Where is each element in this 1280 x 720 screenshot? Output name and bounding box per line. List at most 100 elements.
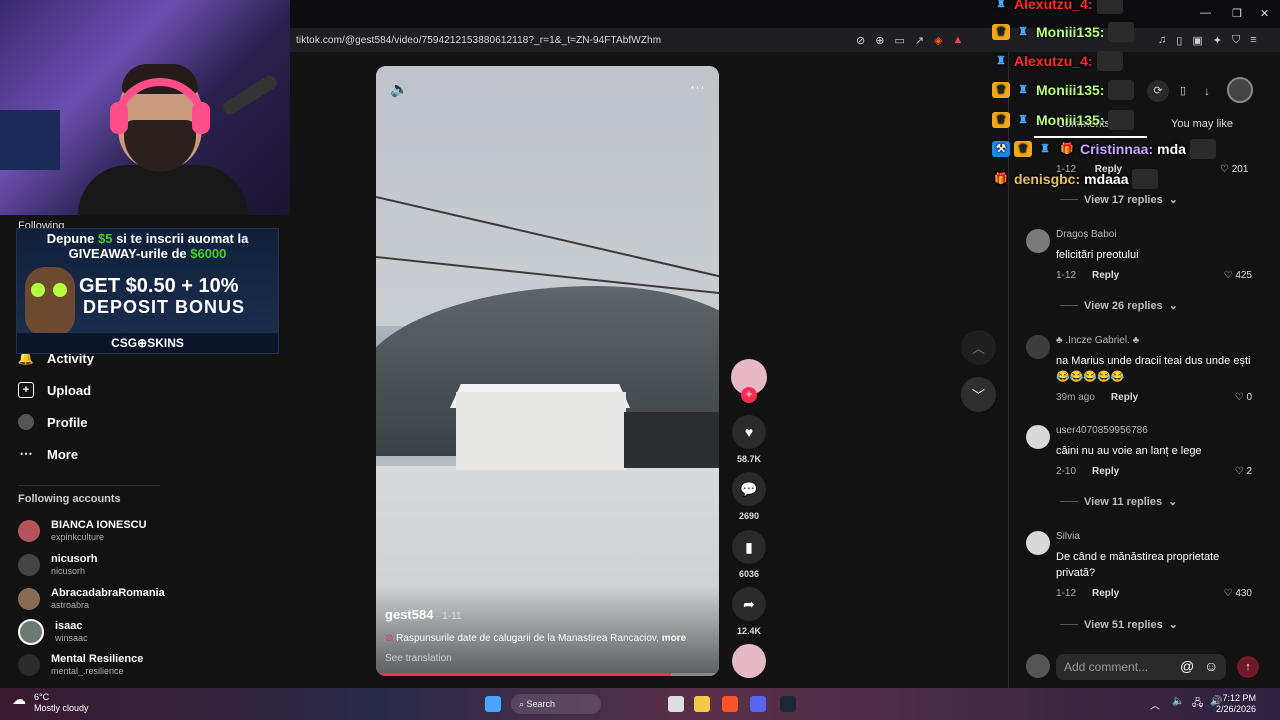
- user-avatar[interactable]: [1227, 77, 1253, 103]
- comment-username[interactable]: ♣ .Incze Gabriel. ♣: [1056, 335, 1139, 346]
- comment-username[interactable]: Dragoș Baboi: [1056, 229, 1117, 240]
- cast-icon[interactable]: ▭: [894, 34, 904, 47]
- like-button[interactable]: ♥ 58.7K: [731, 415, 767, 464]
- discord-icon[interactable]: [750, 696, 766, 712]
- view-replies-button[interactable]: View 17 replies ⌄: [1060, 193, 1178, 207]
- creator-avatar[interactable]: +: [731, 359, 767, 403]
- send-arrow-icon[interactable]: ↑: [1237, 656, 1259, 678]
- history-icon[interactable]: ⟳: [1147, 80, 1169, 102]
- follow-plus-icon[interactable]: +: [741, 387, 757, 403]
- save-button[interactable]: ▮ 6036: [731, 530, 767, 579]
- file-explorer-icon[interactable]: [694, 696, 710, 712]
- close-icon[interactable]: ✕: [1260, 7, 1269, 20]
- sound-disc[interactable]: [731, 644, 767, 678]
- reply-button[interactable]: Reply: [1092, 270, 1119, 281]
- moderator-hammer-icon: ⚒: [992, 141, 1010, 157]
- video-player[interactable]: 🔊 ⋯ gest584 · 1-11 ⊘ Raspunsurile date d…: [376, 66, 719, 676]
- brave-rewards-icon[interactable]: ▲: [953, 34, 964, 46]
- nav-upload[interactable]: + Upload: [18, 382, 91, 398]
- avatar[interactable]: [1026, 335, 1050, 359]
- phone-icon[interactable]: ▯: [1172, 80, 1194, 102]
- avatar: [18, 654, 40, 676]
- options-dots-icon[interactable]: ⋯: [690, 78, 705, 96]
- comment-username[interactable]: user4070859956786: [1056, 425, 1148, 436]
- like-count[interactable]: ♡ 201: [1220, 164, 1248, 175]
- mention-icon[interactable]: @: [1180, 658, 1194, 674]
- prev-video-chevron-up-icon[interactable]: ︿: [961, 330, 996, 365]
- volume-icon[interactable]: 🔈: [1172, 696, 1184, 707]
- minimize-icon[interactable]: —: [1200, 7, 1211, 19]
- task-view-icon[interactable]: [668, 696, 684, 712]
- sidebar-icon[interactable]: ▯: [1176, 34, 1182, 47]
- chat-emote-icon: [1189, 139, 1216, 159]
- network-icon[interactable]: 🖧: [1192, 696, 1203, 713]
- leo-ai-icon[interactable]: ✦: [1213, 34, 1222, 47]
- vpn-shield-icon[interactable]: ⛉: [1232, 34, 1240, 47]
- volume-icon[interactable]: 🔊: [390, 80, 409, 98]
- add-comment-input[interactable]: Add comment...: [1056, 654, 1226, 680]
- account-item[interactable]: AbracadabraRomania astroabra: [18, 587, 165, 611]
- like-button[interactable]: ♡ 2: [1235, 466, 1252, 477]
- zoom-icon[interactable]: ⊕: [875, 34, 884, 47]
- clock[interactable]: 7:12 PM 2/26/2026: [1216, 693, 1256, 715]
- nav-profile[interactable]: Profile: [18, 414, 87, 430]
- account-handle: mental_.resilience: [51, 666, 124, 676]
- profile-avatar-icon: [18, 414, 34, 430]
- like-count: 58.7K: [736, 454, 762, 464]
- nav-more[interactable]: ⋯ More: [18, 446, 79, 462]
- more-dots-icon: ⋯: [19, 446, 33, 461]
- view-replies-button[interactable]: View 11 replies ⌄: [1060, 495, 1177, 509]
- reply-button[interactable]: Reply: [1092, 466, 1119, 477]
- account-item[interactable]: Mental Resilience mental_.resilience: [18, 653, 143, 677]
- brave-browser-icon[interactable]: [722, 696, 738, 712]
- share-arrow-icon: ➦: [732, 587, 766, 621]
- more-link[interactable]: more: [662, 633, 686, 644]
- account-item[interactable]: nicusorh nicusorh: [18, 553, 97, 577]
- weather-widget[interactable]: ☁ 6°C Mostly cloudy: [12, 692, 89, 714]
- video-progress-bar[interactable]: [376, 673, 719, 676]
- start-windows-icon[interactable]: [485, 696, 501, 712]
- view-replies-button[interactable]: View 26 replies ⌄: [1060, 299, 1178, 313]
- avatar[interactable]: [1026, 425, 1050, 449]
- like-button[interactable]: ♡ 0: [1235, 392, 1252, 403]
- no-tracking-icon[interactable]: ⊘: [856, 34, 865, 47]
- music-disc-icon: [732, 644, 766, 678]
- reply-button[interactable]: Reply: [1111, 392, 1138, 403]
- nav-label: Profile: [47, 414, 88, 430]
- my-avatar: [1026, 654, 1050, 678]
- view-replies-button[interactable]: View 51 replies ⌄: [1060, 618, 1178, 632]
- taskbar-search[interactable]: ⌕ Search: [511, 694, 601, 714]
- like-button[interactable]: ♡ 430: [1224, 588, 1252, 599]
- menu-icon[interactable]: ≡: [1250, 34, 1256, 46]
- see-translation-link[interactable]: See translation: [385, 653, 452, 664]
- tray-chevron-up-icon[interactable]: ︿: [1150, 697, 1160, 712]
- brave-shield-icon[interactable]: ◈: [934, 34, 942, 47]
- ad-subheadline: DEPOSIT BONUS: [83, 297, 246, 317]
- chat-emote-icon: [1132, 169, 1159, 189]
- music-icon[interactable]: ♫: [1158, 34, 1166, 46]
- comment-button[interactable]: 💬 2690: [731, 472, 767, 521]
- maximize-icon[interactable]: ❐: [1232, 7, 1242, 20]
- comment-item: ♣ .Incze Gabriel. ♣ na Marius unde draci…: [1026, 335, 1266, 405]
- steam-icon[interactable]: [780, 696, 796, 712]
- wallet-icon[interactable]: ▣: [1192, 34, 1202, 47]
- share-button[interactable]: ➦ 12.4K: [731, 587, 767, 636]
- avatar[interactable]: [1026, 229, 1050, 253]
- comment-username[interactable]: Silvia: [1056, 531, 1080, 542]
- reply-button[interactable]: Reply: [1092, 588, 1119, 599]
- account-item[interactable]: BIANCA IONESCU expinkculture: [18, 519, 147, 543]
- avatar[interactable]: [1026, 531, 1050, 555]
- url-text[interactable]: tiktok.com/@gest584/video/75942121538806…: [290, 35, 661, 46]
- share-icon[interactable]: ↗: [915, 34, 924, 47]
- emoji-icon[interactable]: ☺: [1204, 658, 1218, 674]
- crown-badge-icon: ♛: [992, 82, 1010, 98]
- tab-you-may-like[interactable]: You may like: [1171, 118, 1233, 130]
- account-item[interactable]: isaac winsaac: [18, 619, 88, 645]
- like-button[interactable]: ♡ 425: [1224, 270, 1252, 281]
- streamer-webcam: [0, 0, 290, 215]
- next-video-chevron-down-icon[interactable]: ﹀: [961, 377, 996, 412]
- chat-message: ♛ ♜ Moniii135:: [992, 80, 1135, 100]
- ad-line-1: Depune $5 si te inscrii auomat la: [46, 231, 249, 246]
- download-icon[interactable]: ↓: [1196, 80, 1218, 102]
- video-author[interactable]: gest584 · 1-11: [385, 607, 462, 622]
